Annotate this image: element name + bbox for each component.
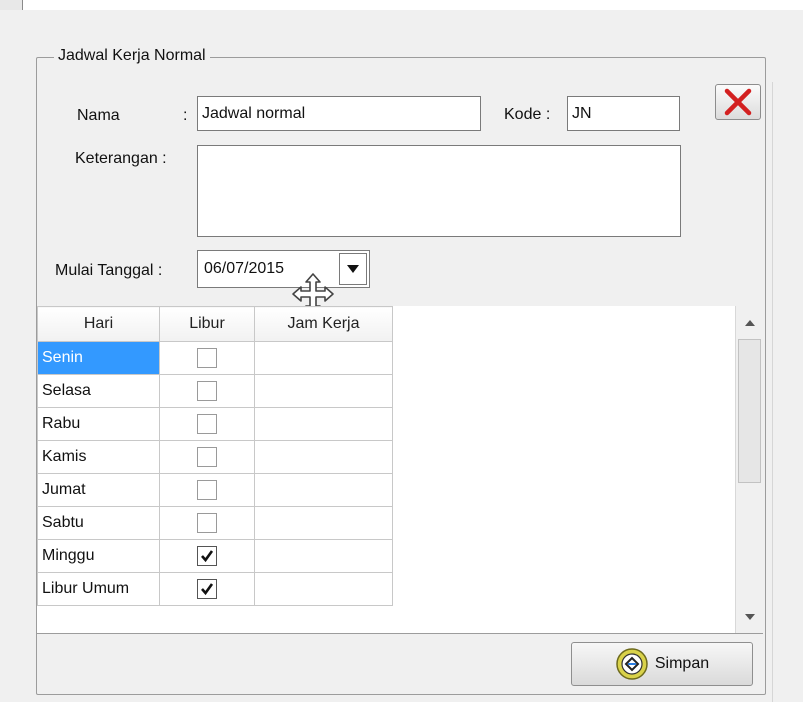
cell-hari[interactable]: Minggu bbox=[37, 539, 160, 573]
scroll-up-arrow-icon bbox=[745, 320, 755, 326]
col-header-libur[interactable]: Libur bbox=[159, 306, 255, 342]
cell-jam-kerja[interactable] bbox=[254, 341, 393, 375]
cell-hari[interactable]: Sabtu bbox=[37, 506, 160, 540]
table-row[interactable]: Senin bbox=[37, 341, 393, 375]
top-strip-stub bbox=[0, 0, 22, 10]
table-row[interactable]: Jumat bbox=[37, 473, 393, 507]
cell-hari[interactable]: Kamis bbox=[37, 440, 160, 474]
save-icon bbox=[616, 648, 648, 680]
nama-label: Nama bbox=[77, 107, 120, 124]
cell-jam-kerja[interactable] bbox=[254, 539, 393, 573]
table-row[interactable]: Kamis bbox=[37, 440, 393, 474]
date-dropdown-button[interactable] bbox=[339, 253, 367, 285]
col-header-jam-kerja[interactable]: Jam Kerja bbox=[254, 306, 393, 342]
cell-hari[interactable]: Selasa bbox=[37, 374, 160, 408]
libur-checkbox[interactable] bbox=[197, 579, 217, 599]
cell-jam-kerja[interactable] bbox=[254, 572, 393, 606]
cell-libur[interactable] bbox=[159, 506, 255, 540]
libur-checkbox[interactable] bbox=[197, 381, 217, 401]
table-row[interactable]: Minggu bbox=[37, 539, 393, 573]
nama-input[interactable] bbox=[197, 96, 481, 131]
libur-checkbox[interactable] bbox=[197, 480, 217, 500]
nama-colon: : bbox=[183, 107, 188, 124]
mulai-tanggal-datepicker[interactable]: 06/07/2015 bbox=[197, 250, 370, 288]
keterangan-textarea[interactable] bbox=[197, 145, 681, 237]
window-top-strip bbox=[0, 0, 803, 10]
groupbox-title: Jadwal Kerja Normal bbox=[54, 47, 210, 65]
libur-checkbox[interactable] bbox=[197, 513, 217, 533]
table-row[interactable]: Rabu bbox=[37, 407, 393, 441]
kode-input[interactable] bbox=[567, 96, 680, 131]
cell-libur[interactable] bbox=[159, 572, 255, 606]
top-strip-divider bbox=[22, 0, 23, 10]
cell-libur[interactable] bbox=[159, 539, 255, 573]
scroll-thumb[interactable] bbox=[738, 339, 761, 483]
keterangan-label: Keterangan : bbox=[75, 150, 167, 167]
scroll-down-button[interactable] bbox=[736, 602, 764, 632]
cell-hari[interactable]: Jumat bbox=[37, 473, 160, 507]
close-x-icon bbox=[724, 88, 752, 116]
cell-libur[interactable] bbox=[159, 374, 255, 408]
cell-hari[interactable]: Rabu bbox=[37, 407, 160, 441]
table-row[interactable]: Libur Umum bbox=[37, 572, 393, 606]
libur-checkbox[interactable] bbox=[197, 546, 217, 566]
cell-hari[interactable]: Senin bbox=[37, 341, 160, 375]
scroll-down-arrow-icon bbox=[745, 614, 755, 620]
cell-libur[interactable] bbox=[159, 473, 255, 507]
table-row[interactable]: Sabtu bbox=[37, 506, 393, 540]
col-header-hari[interactable]: Hari bbox=[37, 306, 160, 342]
kode-label: Kode : bbox=[504, 106, 551, 123]
libur-checkbox[interactable] bbox=[197, 414, 217, 434]
close-button[interactable] bbox=[715, 84, 761, 120]
chevron-down-icon bbox=[347, 265, 359, 273]
scroll-up-button[interactable] bbox=[736, 308, 764, 338]
schedule-grid: Hari Libur Jam Kerja Senin Selasa Rabu K… bbox=[37, 306, 735, 633]
libur-checkbox[interactable] bbox=[197, 447, 217, 467]
cell-jam-kerja[interactable] bbox=[254, 374, 393, 408]
cell-libur[interactable] bbox=[159, 341, 255, 375]
date-value: 06/07/2015 bbox=[204, 260, 285, 277]
libur-checkbox[interactable] bbox=[197, 348, 217, 368]
right-panel-divider bbox=[772, 82, 773, 702]
save-button[interactable]: Simpan bbox=[571, 642, 753, 686]
save-button-label: Simpan bbox=[654, 655, 710, 672]
cell-hari[interactable]: Libur Umum bbox=[37, 572, 160, 606]
cell-jam-kerja[interactable] bbox=[254, 473, 393, 507]
table-row[interactable]: Selasa bbox=[37, 374, 393, 408]
mulai-tanggal-label: Mulai Tanggal : bbox=[55, 262, 163, 279]
grid-vertical-scrollbar[interactable] bbox=[735, 306, 763, 633]
cell-jam-kerja[interactable] bbox=[254, 440, 393, 474]
cell-libur[interactable] bbox=[159, 440, 255, 474]
cell-jam-kerja[interactable] bbox=[254, 506, 393, 540]
checkmark-icon bbox=[201, 550, 214, 563]
cell-libur[interactable] bbox=[159, 407, 255, 441]
cell-jam-kerja[interactable] bbox=[254, 407, 393, 441]
checkmark-icon bbox=[201, 583, 214, 596]
